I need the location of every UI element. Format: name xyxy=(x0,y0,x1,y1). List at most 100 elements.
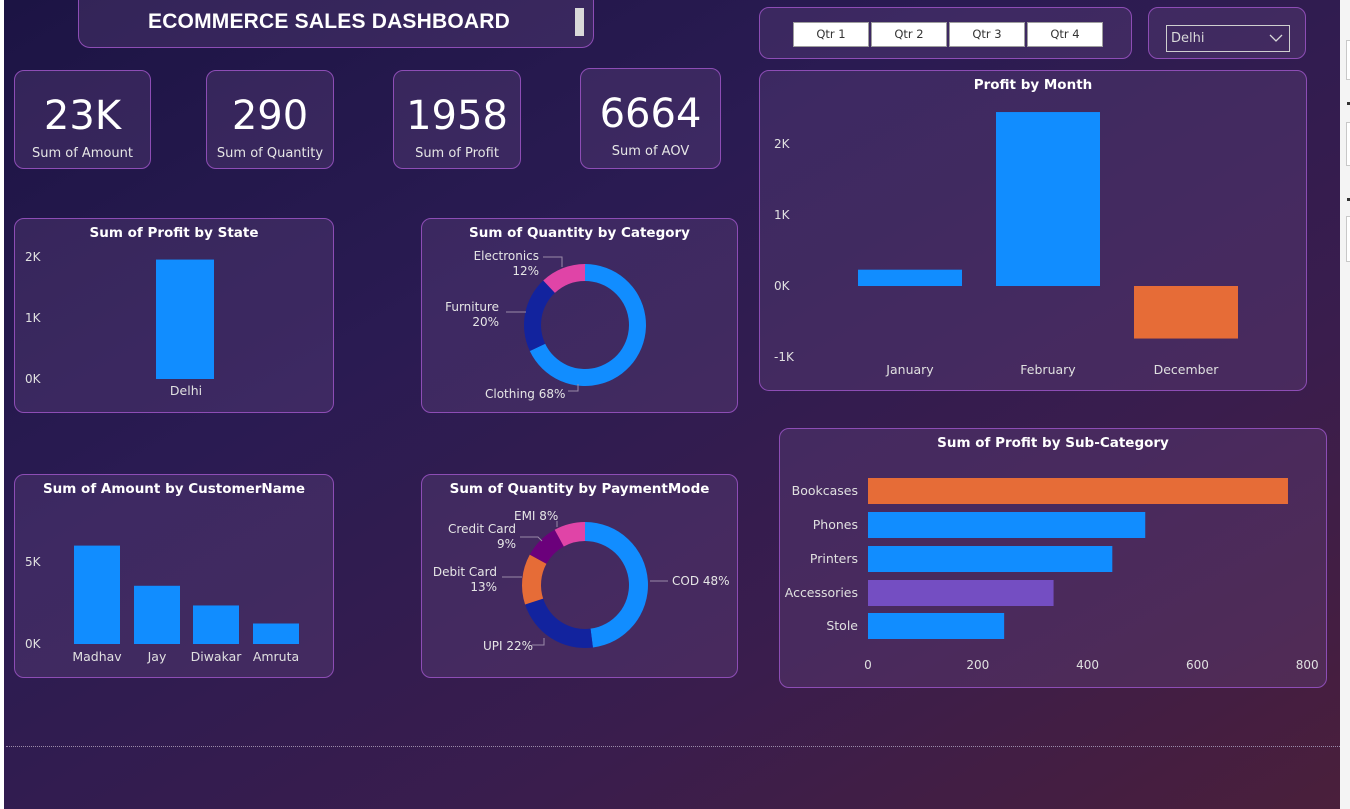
bar-accessories xyxy=(868,580,1054,606)
x-tick-label: February xyxy=(1020,362,1076,377)
slice-label: 9% xyxy=(497,537,516,551)
kpi-card-quantity: 290 Sum of Quantity xyxy=(206,70,334,169)
y-tick-label: Bookcases xyxy=(792,483,858,498)
slicer-button-qtr2[interactable]: Qtr 2 xyxy=(871,22,947,47)
x-tick-label: Jay xyxy=(147,649,167,664)
pane-control[interactable] xyxy=(1346,216,1350,262)
y-tick-label: 0K xyxy=(25,372,42,386)
pane-control[interactable] xyxy=(1346,40,1350,80)
slice-label: 20% xyxy=(472,315,499,329)
bar-december xyxy=(1134,286,1238,339)
slicer-button-qtr4[interactable]: Qtr 4 xyxy=(1027,22,1103,47)
kpi-label: Sum of Amount xyxy=(31,146,134,161)
kpi-card-aov: 6664 Sum of AOV xyxy=(580,68,721,169)
bar-phones xyxy=(868,512,1146,538)
y-tick-label: 0K xyxy=(25,637,42,651)
kpi-label: Sum of AOV xyxy=(611,144,690,159)
slice-label: Electronics xyxy=(474,249,539,263)
slice-label: Clothing 68% xyxy=(485,387,565,401)
kpi-label: Sum of Quantity xyxy=(216,146,324,161)
bar-amruta xyxy=(253,623,299,644)
kpi-value: 23K xyxy=(43,93,122,139)
bar-diwakar xyxy=(193,605,239,644)
kpi-label: Sum of Profit xyxy=(415,146,499,161)
profit-by-month-chart: Profit by Month 2K 1K 0K -1K January February… xyxy=(759,70,1307,391)
leader-line xyxy=(543,256,563,267)
bar-madhav xyxy=(74,545,120,644)
x-tick-label: Diwakar xyxy=(191,649,243,664)
state-slicer: Delhi xyxy=(1148,7,1306,59)
y-tick-label: Phones xyxy=(813,517,858,532)
kpi-value: 6664 xyxy=(599,91,702,137)
state-dropdown-value: Delhi xyxy=(1171,31,1205,46)
y-tick-label: 0K xyxy=(774,279,791,293)
x-tick-label: December xyxy=(1154,362,1220,377)
slicer-button-qtr3[interactable]: Qtr 3 xyxy=(949,22,1025,47)
bar-january xyxy=(858,269,962,286)
kpi-card-amount: 23K Sum of Amount xyxy=(14,70,151,169)
quarter-slicer: Qtr 1 Qtr 2 Qtr 3 Qtr 4 xyxy=(759,7,1132,59)
profit-by-subcategory-plot: Bookcases Phones Printers Accessories Stole 0… xyxy=(785,478,1319,672)
y-tick-label: Accessories xyxy=(785,585,858,600)
y-tick-label: 2K xyxy=(774,137,791,151)
bar-february xyxy=(996,112,1100,286)
y-tick-label: 1K xyxy=(774,208,791,222)
slice-furniture xyxy=(524,280,555,351)
page-divider xyxy=(6,746,1340,747)
dashboard-canvas: ECOMMERCE SALES DASHBOARD 23K Sum of Amo… xyxy=(4,0,1340,809)
x-tick-label: 800 xyxy=(1296,658,1319,672)
quantity-by-category-plot: Clothing 68% Furniture20% Electronics12% xyxy=(445,249,646,401)
dashboard-title: ECOMMERCE SALES DASHBOARD xyxy=(147,10,511,33)
x-tick-label: 400 xyxy=(1076,658,1099,672)
bar-bookcases xyxy=(868,478,1288,504)
amount-by-customer-chart: Sum of Amount by CustomerName 5K 0K Madhav… xyxy=(14,474,334,678)
kpi-value: 1958 xyxy=(406,93,508,139)
profit-by-month-plot: 2K 1K 0K -1K January February December xyxy=(774,112,1238,377)
right-pane-edge xyxy=(1340,0,1350,809)
profit-by-state-chart: Sum of Profit by State 2K 1K 0K Delhi xyxy=(14,218,334,413)
x-tick-label: Madhav xyxy=(72,649,122,664)
kpi-card-profit: 1958 Sum of Profit xyxy=(393,70,521,169)
y-tick-label: 5K xyxy=(25,555,42,569)
x-tick-label: Delhi xyxy=(170,383,202,398)
state-dropdown[interactable]: Delhi xyxy=(1166,25,1290,52)
slice-label: EMI 8% xyxy=(514,509,558,523)
x-tick-label: January xyxy=(885,362,934,377)
x-tick-label: 0 xyxy=(864,658,872,672)
slice-upi xyxy=(525,598,593,648)
bar-delhi xyxy=(156,259,214,379)
y-tick-label: 2K xyxy=(25,250,42,264)
slice-label: Debit Card xyxy=(433,565,497,579)
slice-label: UPI 22% xyxy=(483,639,533,653)
slice-label: Credit Card xyxy=(448,522,516,536)
bar-jay xyxy=(134,585,180,644)
slice-label: 12% xyxy=(512,264,539,278)
slice-debit-card xyxy=(522,554,547,605)
title-accent-bar xyxy=(575,8,584,36)
slicer-button-qtr1[interactable]: Qtr 1 xyxy=(793,22,869,47)
slice-label: Furniture xyxy=(445,300,499,314)
y-tick-label: 1K xyxy=(25,311,42,325)
quantity-by-paymentmode-chart: Sum of Quantity by PaymentMode COD 48% UP… xyxy=(421,474,738,678)
y-tick-label: -1K xyxy=(774,350,795,364)
profit-by-state-plot: 2K 1K 0K Delhi xyxy=(25,250,214,398)
pane-control[interactable] xyxy=(1346,122,1350,166)
x-tick-label: Amruta xyxy=(253,649,299,664)
slice-cod xyxy=(585,522,649,648)
slice-label: COD 48% xyxy=(672,574,730,588)
x-tick-label: 600 xyxy=(1186,658,1209,672)
x-tick-label: 200 xyxy=(966,658,989,672)
leader-line xyxy=(532,638,545,646)
y-tick-label: Stole xyxy=(826,618,858,633)
quantity-by-category-chart: Sum of Quantity by Category Clothing 68%… xyxy=(421,218,738,413)
quantity-by-paymentmode-plot: COD 48% UPI 22% Debit Card13% Credit Card9%… xyxy=(433,509,730,653)
y-tick-label: Printers xyxy=(810,551,858,566)
amount-by-customer-plot: 5K 0K Madhav Jay Diwakar Amruta xyxy=(25,545,299,664)
leader-line xyxy=(520,536,543,542)
kpi-value: 290 xyxy=(231,93,309,139)
chevron-down-icon xyxy=(1269,34,1283,42)
bar-stole xyxy=(868,613,1005,639)
slice-label: 13% xyxy=(470,580,497,594)
title-panel: ECOMMERCE SALES DASHBOARD xyxy=(78,0,594,48)
profit-by-subcategory-chart: Sum of Profit by Sub-Category Bookcases P… xyxy=(779,428,1327,688)
